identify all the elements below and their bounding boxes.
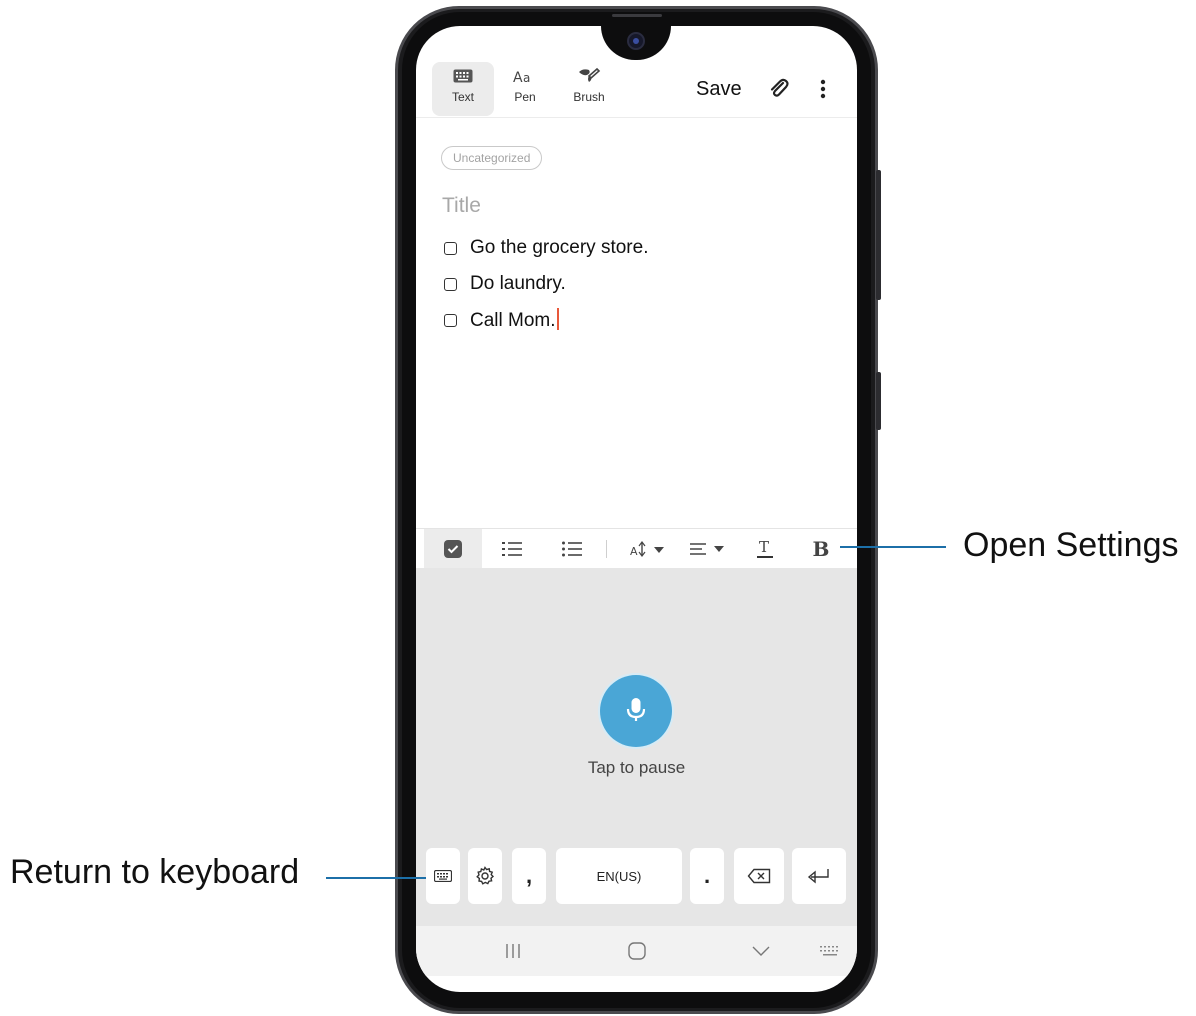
format-bar: A T B (416, 528, 857, 569)
return-to-keyboard-callout-line (326, 877, 426, 879)
chevron-down-icon (752, 946, 770, 956)
checkbox[interactable] (444, 277, 457, 291)
svg-text:A: A (513, 70, 523, 84)
paperclip-icon (770, 78, 789, 97)
volume-button (876, 170, 881, 300)
attach-button[interactable] (766, 76, 792, 102)
brush-mode-tab[interactable]: Brush (558, 62, 620, 116)
microphone-icon (626, 698, 646, 721)
bold-button[interactable]: B (806, 529, 836, 569)
checklist-item: Go the grocery store. (444, 234, 648, 262)
enter-key[interactable] (792, 848, 846, 904)
text-mode-tab[interactable]: Text (432, 62, 494, 116)
title-input[interactable]: Title (442, 194, 481, 218)
text-color-button[interactable]: T (750, 529, 780, 569)
bullet-list-icon (562, 541, 582, 557)
brush-icon (579, 67, 601, 82)
svg-text:A: A (630, 545, 638, 558)
open-settings-callout: Open Settings (963, 526, 1179, 564)
checkbox-list-button[interactable] (424, 529, 482, 569)
checklist-item: Call Mom. (444, 306, 559, 334)
checkbox[interactable] (444, 313, 457, 327)
return-to-keyboard-key[interactable] (426, 848, 460, 904)
save-button[interactable]: Save (696, 78, 742, 101)
text-mode-label: Text (451, 90, 474, 104)
enter-icon (807, 869, 829, 884)
svg-text:T: T (759, 538, 769, 556)
power-button (876, 372, 881, 430)
more-vert-icon (820, 79, 826, 99)
return-to-keyboard-callout: Return to keyboard (10, 853, 300, 891)
recent-apps-icon (506, 944, 520, 958)
font-size-icon: A (630, 541, 664, 558)
home-icon (628, 942, 646, 960)
pen-text-icon: A a (513, 70, 530, 84)
phone-screen: Text A a Pen Brush Save Uncategorized Ti… (416, 26, 857, 992)
keyboard-switch-button[interactable] (816, 939, 844, 963)
note-toolbar: Text A a Pen Brush Save (416, 56, 857, 118)
svg-text:a: a (523, 71, 530, 84)
checklist-item-text[interactable]: Call Mom. (470, 308, 559, 332)
open-settings-callout-line (840, 546, 946, 548)
numbered-list-button[interactable] (496, 529, 528, 569)
keyboard-settings-key[interactable] (468, 848, 502, 904)
pen-mode-tab[interactable]: A a Pen (494, 62, 556, 116)
text-cursor (556, 308, 559, 330)
recent-apps-button[interactable] (500, 939, 526, 963)
notch (601, 26, 671, 60)
checklist-item-text[interactable]: Do laundry. (470, 273, 566, 295)
more-options-button[interactable] (816, 76, 830, 102)
checkbox[interactable] (444, 241, 457, 255)
front-camera (627, 32, 645, 50)
bullet-list-button[interactable] (556, 529, 588, 569)
checkbox-list-icon (444, 540, 462, 558)
keyboard-row: , EN(US) . (416, 834, 857, 926)
align-button[interactable] (686, 529, 730, 569)
pen-mode-label: Pen (514, 90, 536, 104)
hide-keyboard-button[interactable] (748, 939, 774, 963)
backspace-icon (747, 868, 771, 884)
brush-mode-label: Brush (573, 90, 605, 104)
numbered-list-icon (502, 542, 522, 556)
category-chip[interactable]: Uncategorized (441, 146, 543, 170)
keyboard-icon (434, 870, 452, 882)
keyboard-icon (820, 946, 838, 956)
keyboard-icon (453, 69, 473, 83)
comma-key[interactable]: , (512, 848, 546, 904)
stage: Text A a Pen Brush Save Uncategorized Ti… (0, 0, 1196, 1016)
period-key[interactable]: . (690, 848, 724, 904)
checklist-item-value: Call Mom. (470, 310, 556, 331)
language-space-key[interactable]: EN(US) (556, 848, 682, 904)
microphone-button[interactable] (600, 675, 672, 747)
gear-icon (476, 866, 495, 885)
font-size-button[interactable]: A (626, 529, 670, 569)
text-color-icon: T (757, 538, 773, 558)
voice-status-text: Tap to pause (587, 758, 686, 777)
backspace-key[interactable] (734, 848, 784, 904)
voice-input-panel: Tap to pause (416, 568, 857, 848)
navigation-bar (416, 926, 857, 976)
home-button[interactable] (624, 939, 650, 963)
checklist-item-text[interactable]: Go the grocery store. (470, 237, 648, 259)
checklist-item: Do laundry. (444, 270, 566, 298)
align-icon (690, 543, 724, 555)
format-divider (606, 540, 607, 558)
earpiece-speaker (612, 14, 662, 17)
